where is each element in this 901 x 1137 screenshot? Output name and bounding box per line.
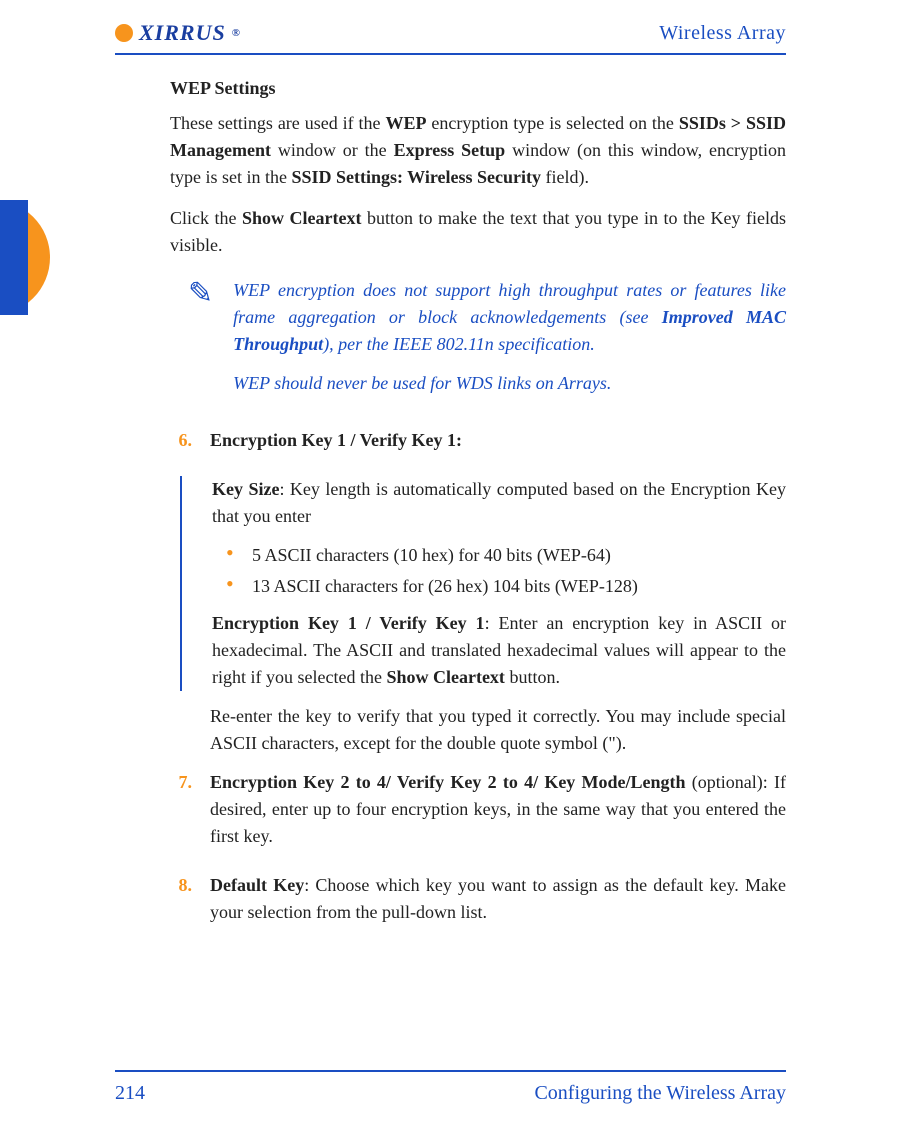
step-number: 7. [170,769,192,862]
step-body: Default Key: Choose which key you want t… [210,872,786,938]
text: Click the [170,208,242,228]
step-8-text: Default Key: Choose which key you want t… [210,872,786,926]
step-8: 8. Default Key: Choose which key you wan… [170,872,786,938]
text: ), per the IEEE 802.11n specification. [323,334,595,354]
page-content: WEP Settings These settings are used if … [170,75,786,1042]
change-bar: Key Size: Key length is automatically co… [180,476,786,691]
step-number: 8. [170,872,192,938]
intro-p2: Click the Show Cleartext button to make … [170,205,786,259]
doc-title: Wireless Array [659,22,786,45]
text: These settings are used if the [170,113,385,133]
key-size: Key Size: Key length is automatically co… [212,476,786,530]
footer-rule [115,1070,786,1072]
thumb-tab-blue [0,200,28,315]
step-7: 7. Encryption Key 2 to 4/ Verify Key 2 t… [170,769,786,862]
reenter: Re-enter the key to verify that you type… [210,703,786,757]
text-bold: Key Size [212,479,279,499]
step-number: 6. [170,427,192,466]
section-heading: WEP Settings [170,75,786,102]
text-bold: SSID Settings: Wireless Security [291,167,541,187]
text-bold: Encryption Key 1 / Verify Key 1 [212,613,485,633]
header-rule [115,53,786,55]
text-bold: Express Setup [394,140,506,160]
text-bold: Encryption Key 2 to 4/ Verify Key 2 to 4… [210,772,686,792]
registered-icon: ® [232,27,241,39]
text-bold: Show Cleartext [242,208,361,228]
brand-text: XIRRUS [139,20,226,46]
text-bold: Default Key [210,875,304,895]
step-6-title: Encryption Key 1 / Verify Key 1: [210,430,462,450]
text: button. [505,667,560,687]
note-line-2: WEP should never be used for WDS links o… [233,370,786,397]
note-line-1: WEP encryption does not support high thr… [233,277,786,358]
note-block: ✎ WEP encryption does not support high t… [188,277,786,409]
text-bold: WEP [385,113,426,133]
brand-logo: XIRRUS ® [115,20,241,46]
step-body: Encryption Key 2 to 4/ Verify Key 2 to 4… [210,769,786,862]
list-item: 5 ASCII characters (10 hex) for 40 bits … [226,542,786,569]
step-6: 6. Encryption Key 1 / Verify Key 1: [170,427,786,466]
pencil-icon: ✎ [188,279,213,409]
page-header: XIRRUS ® Wireless Array [115,20,786,46]
text: window or the [271,140,394,160]
footer-section: Configuring the Wireless Array [534,1082,786,1105]
text: encryption type is selected on the [426,113,678,133]
step-7-text: Encryption Key 2 to 4/ Verify Key 2 to 4… [210,769,786,850]
page-number: 214 [115,1082,145,1105]
logo-mark-icon [115,24,133,42]
bullet-list: 5 ASCII characters (10 hex) for 40 bits … [226,542,786,600]
note-body: WEP encryption does not support high thr… [233,277,786,409]
intro-p1: These settings are used if the WEP encry… [170,110,786,191]
list-item: 13 ASCII characters for (26 hex) 104 bit… [226,573,786,600]
step-body: Encryption Key 1 / Verify Key 1: [210,427,786,466]
text: field). [541,167,589,187]
page: XIRRUS ® Wireless Array WEP Settings The… [0,0,901,1137]
page-footer: 214 Configuring the Wireless Array [115,1082,786,1105]
text: : Key length is automatically computed b… [212,479,786,526]
enc-key: Encryption Key 1 / Verify Key 1: Enter a… [212,610,786,691]
text-bold: Show Cleartext [386,667,504,687]
step-6-detail: Key Size: Key length is automatically co… [210,476,786,757]
